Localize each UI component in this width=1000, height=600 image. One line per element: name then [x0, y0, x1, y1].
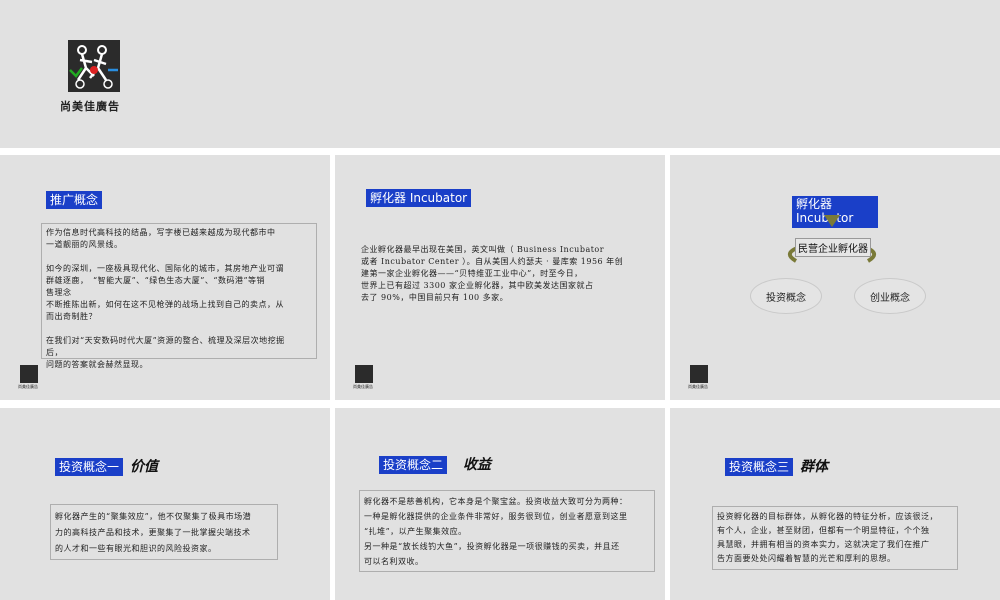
runners-logo-icon [20, 365, 38, 383]
diagram-center-label: 民营企业孵化器 [795, 238, 871, 257]
body-text: 孵化器不是慈善机构，它本身是个聚宝盆。投资收益大致可分为两种： 一种是孵化器提供… [364, 497, 628, 566]
diagram-left-node: 投资概念 [750, 278, 822, 314]
slide-subtitle: 群体 [800, 459, 828, 475]
body-textbox: 企业孵化器最早出现在美国，英文叫做（ Business Incubator 或者… [357, 241, 631, 317]
body-text: 作为信息时代高科技的结晶，写字楼已越来越成为现代都市中 一道靓丽的风景线。 如今… [46, 228, 285, 369]
slide-title: 推广概念 [46, 191, 103, 209]
slide-investment-concept-2[interactable]: 投资概念二 收益 孵化器不是慈善机构，它本身是个聚宝盆。投资收益大致可分为两种：… [335, 408, 665, 600]
slide-investment-concept-3[interactable]: 投资概念三 群体 投资孵化器的目标群体，从孵化器的特征分析，应该很泛， 有个人，… [670, 408, 1000, 600]
slide-title: 投资概念二 [379, 456, 448, 474]
title-slide[interactable]: 尚美佳廣告 [0, 0, 1000, 148]
slide-investment-concept-1[interactable]: 投资概念一 价值 孵化器产生的“聚集效应”，他不仅聚集了极具市场潜 力的高科技产… [0, 408, 330, 600]
slide-logo: 尚美佳廣告 [688, 365, 712, 390]
brand-name: 尚美佳廣告 [60, 100, 120, 113]
runners-logo-icon [68, 40, 120, 92]
brand-name: 尚美佳廣告 [353, 384, 373, 389]
brand-name: 尚美佳廣告 [688, 384, 708, 389]
slide-promotion-concept[interactable]: 推广概念 作为信息时代高科技的结晶，写字楼已越来越成为现代都市中 一道靓丽的风景… [0, 155, 330, 400]
slide-title: 投资概念一 [55, 458, 124, 476]
slide-incubator[interactable]: 孵化器 Incubator 企业孵化器最早出现在美国，英文叫做（ Busines… [335, 155, 665, 400]
slide-title: 投资概念三 [725, 458, 794, 476]
slide-title: 孵化器 Incubator [366, 189, 472, 207]
body-text: 投资孵化器的目标群体，从孵化器的特征分析，应该很泛， 有个人，企业，甚至财团，但… [717, 512, 938, 563]
body-textbox: 孵化器不是慈善机构，它本身是个聚宝盆。投资收益大致可分为两种： 一种是孵化器提供… [359, 490, 655, 572]
slide-incubator-diagram[interactable]: 孵化器 Incubator 民营企业孵化器 投资概念 创业概念 尚美佳廣告 [670, 155, 1000, 400]
runners-logo-icon [355, 365, 373, 383]
runners-logo-icon [690, 365, 708, 383]
body-textbox: 投资孵化器的目标群体，从孵化器的特征分析，应该很泛， 有个人，企业，甚至财团，但… [712, 506, 958, 570]
body-textbox: 作为信息时代高科技的结晶，写字楼已越来越成为现代都市中 一道靓丽的风景线。 如今… [41, 223, 317, 369]
body-text: 孵化器产生的“聚集效应”，他不仅聚集了极具市场潜 力的高科技产品和技术，更聚集了… [55, 512, 252, 553]
diagram-right-node: 创业概念 [854, 278, 926, 314]
body-text: 企业孵化器最早出现在美国，英文叫做（ Business Incubator 或者… [361, 245, 624, 302]
slide-subtitle: 价值 [130, 459, 158, 475]
brand-name: 尚美佳廣告 [18, 384, 38, 389]
slide-logo: 尚美佳廣告 [18, 365, 42, 390]
slide-logo: 尚美佳廣告 [353, 365, 377, 390]
slide-subtitle: 收益 [463, 457, 491, 473]
brand-logo: 尚美佳廣告 [60, 40, 132, 114]
body-textbox: 孵化器产生的“聚集效应”，他不仅聚集了极具市场潜 力的高科技产品和技术，更聚集了… [50, 504, 278, 560]
